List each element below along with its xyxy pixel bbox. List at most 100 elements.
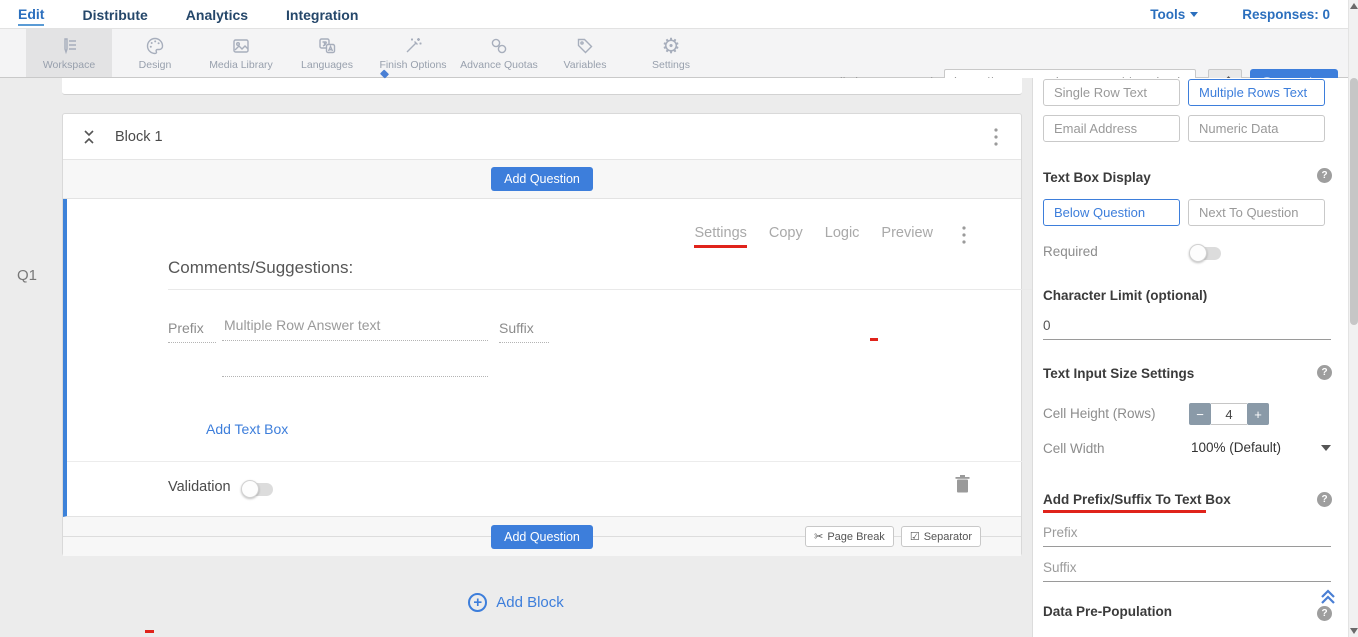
add-text-box-link[interactable]: Add Text Box [206, 421, 288, 437]
cell-width-value[interactable]: 100% (Default) [1191, 440, 1281, 455]
toolbar-label: Workspace [43, 59, 95, 71]
tab-copy[interactable]: Copy [769, 225, 803, 248]
nav-tab-edit[interactable]: Edit [18, 2, 44, 26]
block-menu-icon[interactable] [993, 127, 999, 147]
scroll-down-arrow[interactable] [1350, 628, 1358, 634]
help-icon[interactable]: ? [1317, 492, 1332, 507]
scrollbar-thumb[interactable] [1350, 78, 1358, 325]
type-multiple-rows-text[interactable]: Multiple Rows Text [1188, 79, 1325, 106]
prefix-cell[interactable]: Prefix [168, 320, 216, 343]
toolbar-item-languages[interactable]: Languages [284, 29, 370, 77]
question-number: Q1 [17, 267, 37, 284]
link-icon [489, 35, 509, 57]
nav-tab-integration[interactable]: Integration [286, 3, 358, 25]
scroll-up-arrow[interactable] [1350, 3, 1358, 9]
chevron-down-icon[interactable] [1321, 445, 1331, 451]
nav-tab-analytics[interactable]: Analytics [186, 3, 248, 25]
settings-sidebar: Single Row Text Multiple Rows Text Email… [1032, 78, 1348, 637]
add-question-strip-top: Add Question [63, 160, 1021, 199]
prefix-input[interactable] [1043, 523, 1331, 547]
validation-label: Validation [168, 479, 231, 495]
toggle-knob [1189, 244, 1207, 262]
suffix-cell[interactable]: Suffix [499, 320, 549, 343]
divider [168, 289, 1045, 290]
question-title[interactable]: Comments/Suggestions: [168, 258, 353, 278]
text-input-size-heading: Text Input Size Settings [1043, 366, 1194, 381]
nav-tab-distribute[interactable]: Distribute [82, 3, 147, 25]
top-nav: Edit Distribute Analytics Integration To… [0, 0, 1358, 29]
type-single-row-text[interactable]: Single Row Text [1043, 79, 1180, 106]
annotation-mark [145, 630, 154, 633]
toolbar-item-media-library[interactable]: Media Library [198, 29, 284, 77]
nav-right: Tools Responses: 0 [1150, 7, 1358, 22]
responses-link[interactable]: Responses: 0 [1242, 7, 1330, 22]
tab-logic[interactable]: Logic [825, 225, 860, 248]
toolbar-label: Languages [301, 59, 353, 71]
toolbar-label: Finish Options [379, 59, 446, 71]
required-label: Required [1043, 244, 1098, 259]
workspace-icon [59, 35, 79, 57]
toolbar-item-advance-quotas[interactable]: Advance Quotas [456, 29, 542, 77]
decrement-button[interactable]: − [1189, 403, 1211, 425]
palette-icon [145, 35, 165, 57]
answer-row-2[interactable] [222, 376, 488, 377]
scissors-icon: ✂ [814, 530, 823, 543]
answer-text-input[interactable] [222, 317, 488, 341]
add-question-button-bottom[interactable]: Add Question [491, 525, 593, 549]
annotation-underline [1043, 510, 1206, 513]
tab-settings[interactable]: Settings [694, 225, 746, 248]
page-scrollbar[interactable] [1348, 0, 1358, 637]
help-icon[interactable]: ? [1317, 365, 1332, 380]
character-limit-input[interactable] [1043, 316, 1331, 340]
toolbar-item-variables[interactable]: Variables [542, 29, 628, 77]
toolbar-item-design[interactable]: Design [112, 29, 198, 77]
tools-menu[interactable]: Tools [1150, 7, 1198, 22]
toolbar-label: Variables [564, 59, 607, 71]
add-question-strip-bottom: Add Question ✂Page Break ☑ Separator [63, 517, 1021, 556]
page-break-button[interactable]: ✂Page Break [805, 526, 894, 547]
chevron-down-icon [1190, 12, 1198, 17]
toolbar-item-workspace[interactable]: Workspace [26, 29, 112, 77]
magic-wand-icon [403, 35, 423, 57]
question-card[interactable]: Settings Copy Logic Preview Comments/Sug… [63, 199, 1021, 517]
type-email-address[interactable]: Email Address [1043, 115, 1180, 142]
toolbar-label: Advance Quotas [460, 59, 538, 71]
toolbar-item-settings[interactable]: ⚙ Settings [628, 29, 714, 77]
toolbar-label: Design [139, 59, 172, 71]
nav-tabs: Edit Distribute Analytics Integration [0, 2, 358, 26]
toolbar-items: Workspace Design Media Library Languages [0, 29, 714, 77]
help-icon[interactable]: ? [1317, 168, 1332, 183]
cell-height-label: Cell Height (Rows) [1043, 406, 1156, 421]
cell-width-label: Cell Width [1043, 441, 1105, 456]
add-block-link[interactable]: + Add Block [0, 593, 1032, 612]
suffix-input[interactable] [1043, 558, 1331, 582]
display-below-question[interactable]: Below Question [1043, 199, 1180, 226]
tab-preview[interactable]: Preview [881, 225, 933, 248]
data-pre-population-heading: Data Pre-Population [1043, 604, 1172, 619]
cell-height-value: 4 [1211, 403, 1247, 425]
toolbar-label: Media Library [209, 59, 273, 71]
collapse-block-icon[interactable] [81, 129, 97, 145]
question-tabs: Settings Copy Logic Preview [694, 225, 933, 248]
previous-card-edge [62, 78, 1022, 95]
block-panel: Block 1 Add Question Settings Copy Logic… [62, 113, 1022, 556]
separator-button[interactable]: ☑ Separator [901, 526, 981, 547]
type-numeric-data[interactable]: Numeric Data [1188, 115, 1325, 142]
scroll-to-top-icon[interactable] [1319, 588, 1337, 610]
checkbox-icon: ☑ [910, 530, 920, 543]
display-next-to-question[interactable]: Next To Question [1188, 199, 1325, 226]
editor-toolbar: Workspace Design Media Library Languages [0, 29, 1358, 78]
increment-button[interactable]: + [1247, 403, 1269, 425]
text-box-display-heading: Text Box Display [1043, 170, 1151, 185]
validation-toggle[interactable] [243, 483, 273, 496]
question-menu-icon[interactable] [961, 225, 967, 250]
questionpro-editor: Edit Distribute Analytics Integration To… [0, 0, 1358, 637]
annotation-mark [870, 338, 878, 341]
delete-question-icon[interactable] [955, 475, 970, 498]
translate-icon [317, 35, 337, 57]
separator-label: Separator [924, 531, 972, 543]
gear-icon: ⚙ [662, 35, 681, 57]
image-icon [231, 35, 251, 57]
required-toggle[interactable] [1191, 247, 1221, 260]
add-question-button[interactable]: Add Question [491, 167, 593, 191]
